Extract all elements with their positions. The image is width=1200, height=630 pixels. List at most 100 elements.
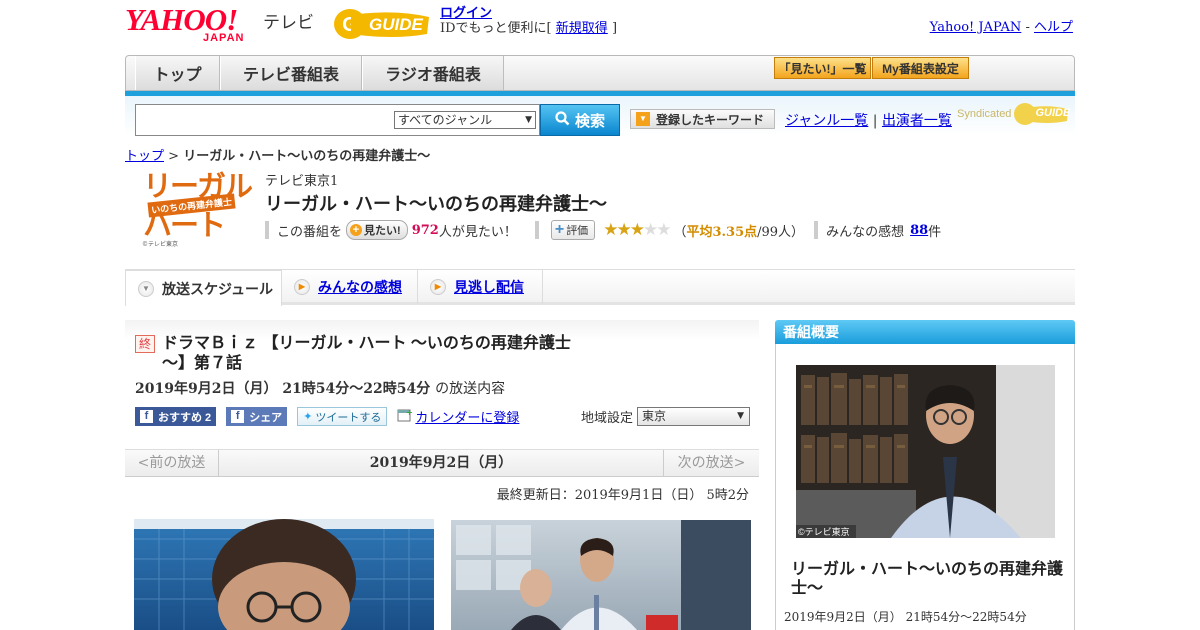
tv-service-name[interactable]: テレビ bbox=[263, 8, 314, 33]
cast-list-link[interactable]: 出演者一覧 bbox=[882, 113, 952, 129]
chevron-down-icon: ▼ bbox=[737, 411, 745, 421]
tab-vod[interactable]: ▶ 見逃し配信 bbox=[418, 270, 543, 304]
dropdown-triangle-icon: ▼ bbox=[636, 112, 650, 126]
program-tabs: ▼ 放送スケジュール ▶ みんなの感想 ▶ 見逃し配信 bbox=[125, 269, 1075, 306]
play-icon: ▶ bbox=[294, 279, 310, 295]
yahoo-japan-logo[interactable]: YAHOO! JAPAN bbox=[125, 2, 260, 44]
next-broadcast-button[interactable]: 次の放送> bbox=[663, 450, 759, 477]
region-setting: 地域設定 東京 ▼ bbox=[581, 407, 751, 426]
search-button-label: 検索 bbox=[574, 112, 605, 130]
tab-impressions-link[interactable]: みんなの感想 bbox=[318, 277, 402, 297]
facebook-share-label: シェア bbox=[249, 411, 283, 424]
facebook-icon: f bbox=[231, 410, 245, 423]
gguide-logo-text: GUIDE bbox=[369, 15, 423, 34]
final-episode-badge: 終 bbox=[135, 335, 155, 353]
genre-select[interactable]: すべてのジャンル ▼ bbox=[394, 111, 536, 129]
region-label: 地域設定 bbox=[581, 411, 634, 426]
photo-credit: ©テレビ東京 bbox=[798, 527, 850, 537]
help-link[interactable]: ヘルプ bbox=[1034, 20, 1073, 35]
gguide-logo: G GUIDE bbox=[333, 7, 433, 41]
tab-top[interactable]: トップ bbox=[135, 56, 220, 90]
yahoo-japan-link[interactable]: Yahoo! JAPAN bbox=[930, 20, 1022, 35]
program-title: リーガル・ハート～いのちの再建弁護士～ bbox=[265, 194, 607, 214]
station-name: テレビ東京1 bbox=[265, 174, 339, 189]
facebook-share-button[interactable]: f シェア bbox=[226, 407, 288, 426]
region-select[interactable]: 東京 ▼ bbox=[637, 407, 751, 426]
tweet-button[interactable]: ✦ ツイートする bbox=[297, 407, 388, 426]
login-link[interactable]: ログイン bbox=[440, 6, 492, 21]
tab-radio-listings[interactable]: ラジオ番組表 bbox=[362, 56, 504, 90]
divider bbox=[814, 221, 819, 239]
impressions-suffix: 件 bbox=[928, 224, 942, 240]
rating-paren-open: （ bbox=[673, 224, 687, 240]
syndicated-gguide-logo: GUIDE bbox=[1013, 102, 1070, 126]
plus-icon: + bbox=[554, 221, 565, 238]
rating-stars: ★★★★★ bbox=[603, 220, 671, 240]
facebook-icon: f bbox=[140, 410, 153, 423]
program-overview-date: 2019年9月2日（月） 21時54分～22時54分 bbox=[784, 610, 1027, 624]
episode-box: 終 ドラマＢｉｚ 【リーガル・ハート ～いのちの再建弁護士～】第７話 2019年… bbox=[125, 320, 759, 447]
main-nav: トップ テレビ番組表 ラジオ番組表 「見たい!」一覧 My番組表設定 bbox=[125, 55, 1075, 91]
tab-vod-link[interactable]: 見逃し配信 bbox=[454, 277, 524, 297]
want-suffix: 人が見たい！ bbox=[438, 224, 517, 240]
japan-logo-text: JAPAN bbox=[203, 32, 245, 44]
registered-keywords-button[interactable]: ▼ 登録したキーワード bbox=[630, 109, 775, 129]
impressions-count-link[interactable]: 88 bbox=[910, 223, 928, 238]
plus-icon: + bbox=[350, 224, 363, 236]
genre-list-link[interactable]: ジャンル一覧 bbox=[785, 113, 868, 129]
divider bbox=[265, 221, 269, 239]
share-buttons: f おすすめ 2 f シェア ✦ ツイートする + カレンダーに登録 bbox=[135, 407, 519, 426]
calendar-register-link[interactable]: カレンダーに登録 bbox=[415, 407, 519, 426]
program-overview-heading: 番組概要 bbox=[775, 320, 1075, 344]
calendar-register[interactable]: + カレンダーに登録 bbox=[397, 407, 519, 426]
previous-broadcast-button[interactable]: <前の放送 bbox=[125, 450, 219, 477]
want-prefix: この番組を bbox=[277, 224, 343, 240]
want-to-watch-button[interactable]: + 見たい! bbox=[346, 220, 408, 240]
tab-tv-listings[interactable]: テレビ番組表 bbox=[220, 56, 362, 90]
broadcast-date-nav: <前の放送 2019年9月2日（月） 次の放送> bbox=[125, 449, 759, 477]
want-count: 972 bbox=[411, 222, 439, 238]
program-actions: この番組を + 見たい! 972 人が見たい！ + 評価 ★★★★★ （ 平均3… bbox=[265, 220, 942, 240]
registered-keywords-label: 登録したキーワード bbox=[656, 112, 765, 127]
region-select-value: 東京 bbox=[642, 409, 667, 423]
star-empty-icon: ★ bbox=[642, 220, 658, 240]
search-button[interactable]: 検索 bbox=[540, 104, 620, 136]
rate-button[interactable]: + 評価 bbox=[550, 220, 596, 240]
episode-photo bbox=[451, 520, 751, 630]
breadcrumb: トップ > リーガル・ハート～いのちの再建弁護士～ bbox=[125, 145, 430, 164]
search-input[interactable]: すべてのジャンル ▼ bbox=[135, 104, 540, 136]
twitter-bird-icon: ✦ bbox=[303, 411, 313, 423]
episode-title: ドラマＢｉｚ 【リーガル・ハート ～いのちの再建弁護士～】第７話 bbox=[162, 335, 571, 372]
episode-photo bbox=[134, 519, 434, 630]
signup-link[interactable]: 新規取得 bbox=[556, 21, 608, 36]
syndicated-gguide-badge: Syndicated GUIDE bbox=[957, 102, 1070, 126]
rating-count: /99人） bbox=[757, 224, 805, 240]
top-links: Yahoo! JAPAN - ヘルプ bbox=[930, 16, 1073, 35]
tab-impressions[interactable]: ▶ みんなの感想 bbox=[282, 270, 418, 304]
facebook-recommend-button[interactable]: f おすすめ 2 bbox=[135, 407, 217, 426]
breadcrumb-separator: > bbox=[168, 149, 180, 164]
divider bbox=[534, 221, 539, 239]
breadcrumb-current: リーガル・ハート～いのちの再建弁護士～ bbox=[183, 149, 431, 164]
facebook-recommend-label: おすすめ 2 bbox=[158, 411, 212, 424]
yahoo-logo-text: YAHOO! bbox=[125, 2, 238, 37]
tab-broadcast-schedule[interactable]: ▼ 放送スケジュール bbox=[125, 270, 282, 306]
my-program-settings-button[interactable]: My番組表設定 bbox=[872, 57, 969, 79]
program-overview-photo: ©テレビ東京 bbox=[796, 365, 1055, 538]
calendar-icon: + bbox=[397, 407, 413, 426]
rating-average: 平均3.35点 bbox=[686, 224, 758, 240]
breadcrumb-top-link[interactable]: トップ bbox=[125, 149, 164, 164]
impressions-prefix: みんなの感想 bbox=[826, 224, 905, 240]
syndicated-label: Syndicated bbox=[957, 108, 1012, 120]
list-links: ジャンル一覧 | 出演者一覧 bbox=[785, 110, 952, 130]
episode-datetime: 2019年9月2日（月） 21時54分～22時54分 の放送内容 bbox=[135, 378, 505, 398]
rate-button-label: 評価 bbox=[566, 225, 589, 237]
top-links-separator: - bbox=[1025, 20, 1030, 35]
want-to-watch-list-button[interactable]: 「見たい!」一覧 bbox=[774, 57, 871, 79]
star-full-icon: ★ bbox=[616, 220, 631, 240]
svg-text:+: + bbox=[406, 407, 412, 417]
genre-select-value: すべてのジャンル bbox=[398, 113, 493, 127]
play-icon: ▶ bbox=[430, 279, 446, 295]
star-empty-icon: ★ bbox=[656, 220, 671, 240]
login-box: ログイン IDでもっと便利に[ 新規取得 ] bbox=[440, 6, 617, 36]
